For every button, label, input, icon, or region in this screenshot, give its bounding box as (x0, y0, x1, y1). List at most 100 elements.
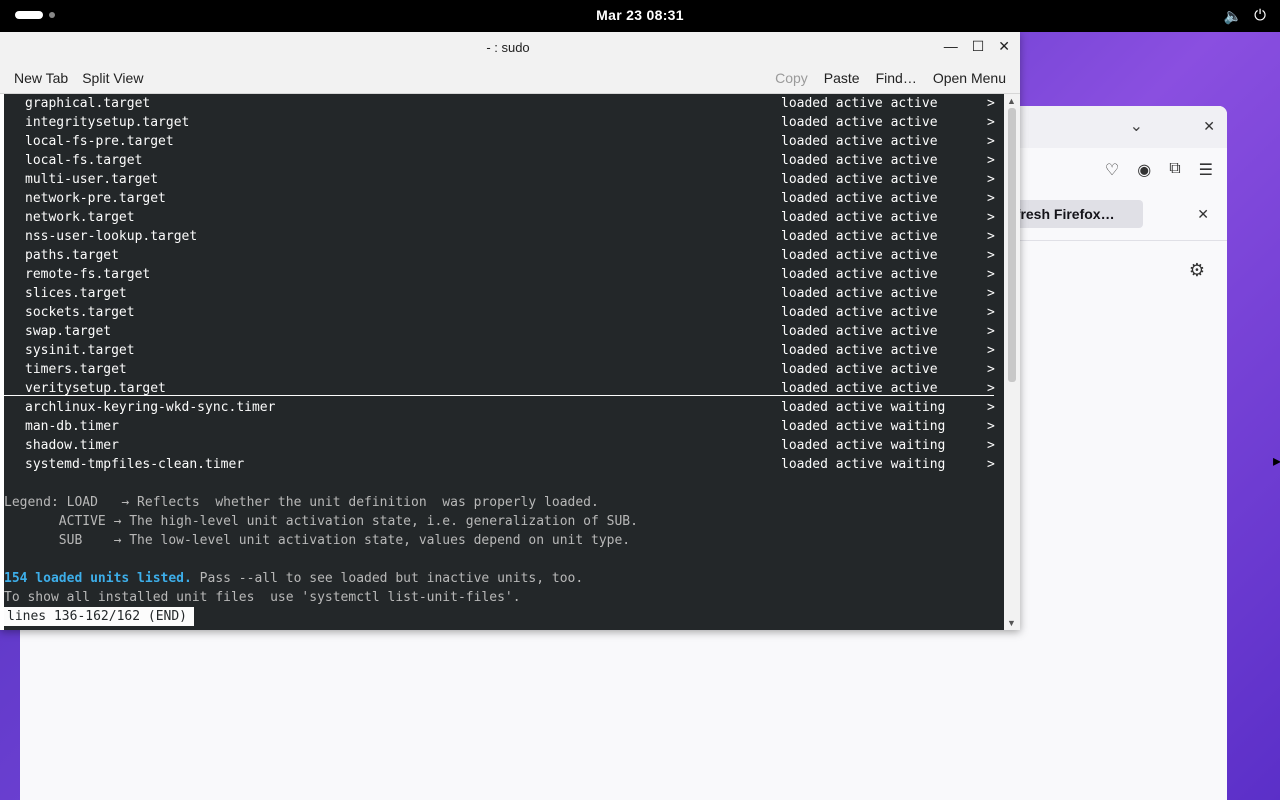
unit-name: slices.target (25, 286, 127, 301)
truncation-marker: > (987, 229, 995, 244)
unit-row: nss-user-lookup.target loaded active acti… (4, 227, 1004, 246)
mouse-pointer-icon: ▸ (1273, 453, 1280, 470)
minimize-icon[interactable]: — (944, 38, 958, 55)
scroll-down-icon[interactable]: ▼ (1007, 618, 1016, 628)
unit-state: loaded active active (781, 210, 938, 225)
unit-name: nss-user-lookup.target (25, 229, 198, 244)
paste-button[interactable]: Paste (824, 70, 860, 86)
truncation-marker: > (987, 210, 995, 225)
truncation-marker: > (987, 115, 995, 130)
unit-state: loaded active active (781, 286, 938, 301)
legend-line: SUB → The low-level unit activation stat… (4, 533, 631, 548)
summary-text: Pass --all to see loaded but inactive un… (191, 571, 584, 586)
unit-name: graphical.target (25, 96, 151, 111)
truncation-marker: > (987, 153, 995, 168)
terminal-window: - : sudo — ☐ ✕ New Tab Split View Copy P… (0, 32, 1020, 630)
close-icon[interactable]: ✕ (1197, 206, 1209, 223)
truncation-marker: > (987, 286, 995, 301)
truncation-marker: > (987, 438, 995, 453)
unit-name: paths.target (25, 248, 119, 263)
unit-name: sysinit.target (25, 343, 135, 358)
find-button[interactable]: Find… (876, 70, 917, 86)
summary-line: 154 loaded units listed. Pass --all to s… (4, 569, 1004, 588)
unit-state: loaded active active (781, 324, 938, 339)
power-icon: ⏻ (1254, 7, 1266, 24)
unit-name: shadow.timer (25, 438, 119, 453)
unit-row: shadow.timer loaded active waiting > (4, 436, 1004, 455)
maximize-icon[interactable]: ☐ (972, 38, 985, 55)
unit-row: local-fs.target loaded active active > (4, 151, 1004, 170)
pocket-icon[interactable]: ♡ (1105, 160, 1119, 180)
truncation-marker: > (987, 267, 995, 282)
hint-line: To show all installed unit files use 'sy… (4, 590, 521, 605)
unit-row: sockets.target loaded active active > (4, 303, 1004, 322)
top-bar: Mar 23 08:31 🔈 ⏻ (0, 0, 1280, 32)
close-icon[interactable]: ✕ (998, 38, 1010, 55)
truncation-marker: > (987, 96, 995, 111)
unit-row: network.target loaded active active > (4, 208, 1004, 227)
unit-row: multi-user.target loaded active active > (4, 170, 1004, 189)
unit-name: multi-user.target (25, 172, 159, 187)
truncation-marker: > (987, 457, 995, 472)
split-view-button[interactable]: Split View (82, 70, 143, 86)
copy-button[interactable]: Copy (775, 70, 808, 86)
system-menu[interactable]: 🔈 ⏻ (1223, 7, 1266, 25)
truncation-marker: > (987, 191, 995, 206)
extensions-icon[interactable]: ⧉ (1169, 160, 1180, 180)
unit-row: remote-fs.target loaded active active > (4, 265, 1004, 284)
unit-row: integritysetup.target loaded active activ… (4, 113, 1004, 132)
new-tab-button[interactable]: New Tab (14, 70, 68, 86)
truncation-marker: > (987, 419, 995, 434)
unit-list: graphical.target loaded active active > int… (4, 94, 1004, 474)
unit-state: loaded active active (781, 153, 938, 168)
terminal-titlebar[interactable]: - : sudo — ☐ ✕ (0, 32, 1020, 62)
unit-row: archlinux-keyring-wkd-sync.timer loaded a… (4, 398, 1004, 417)
terminal-output[interactable]: graphical.target loaded active active > int… (4, 94, 1004, 630)
pager-status: lines 136-162/162 (END) (4, 607, 195, 626)
unit-state: loaded active active (781, 248, 938, 263)
truncation-marker: > (987, 305, 995, 320)
settings-icon[interactable]: ⚙ (1189, 260, 1205, 281)
chevron-down-icon[interactable]: ⌄ (1130, 116, 1143, 136)
scroll-up-icon[interactable]: ▲ (1007, 96, 1016, 106)
close-icon[interactable]: ✕ (1203, 118, 1215, 135)
unit-row: timers.target loaded active active > (4, 360, 1004, 379)
summary-count: 154 loaded units listed. (4, 571, 192, 586)
unit-name: remote-fs.target (25, 267, 151, 282)
unit-state: loaded active active (781, 96, 938, 111)
unit-name: network-pre.target (25, 191, 166, 206)
unit-state: loaded active active (781, 115, 938, 130)
unit-row: swap.target loaded active active > (4, 322, 1004, 341)
unit-state: loaded active waiting (781, 457, 946, 472)
unit-name: local-fs-pre.target (25, 134, 174, 149)
menu-icon[interactable]: ☰ (1199, 160, 1213, 180)
clock[interactable]: Mar 23 08:31 (0, 7, 1280, 23)
truncation-marker: > (987, 248, 995, 263)
unit-row: slices.target loaded active active > (4, 284, 1004, 303)
truncation-marker: > (987, 343, 995, 358)
scrollbar[interactable]: ▲ ▼ (1004, 94, 1020, 630)
unit-state: loaded active waiting (781, 419, 946, 434)
unit-name: timers.target (25, 362, 127, 377)
unit-state: loaded active active (781, 267, 938, 282)
unit-state: loaded active waiting (781, 400, 946, 415)
account-icon[interactable]: ◉ (1137, 160, 1151, 180)
terminal-toolbar: New Tab Split View Copy Paste Find… Open… (0, 62, 1020, 94)
unit-name: sockets.target (25, 305, 135, 320)
unit-name: systemd-tmpfiles-clean.timer (25, 457, 245, 472)
truncation-marker: > (987, 134, 995, 149)
unit-row: network-pre.target loaded active active > (4, 189, 1004, 208)
unit-row: paths.target loaded active active > (4, 246, 1004, 265)
unit-name: swap.target (25, 324, 112, 339)
volume-icon: 🔈 (1223, 8, 1243, 25)
scrollbar-thumb[interactable] (1008, 108, 1016, 382)
unit-state: loaded active active (781, 172, 938, 187)
refresh-firefox-button[interactable]: efresh Firefox… (1000, 200, 1143, 228)
pager-line: lines 136-162/162 (END) (4, 607, 1004, 626)
open-menu-button[interactable]: Open Menu (933, 70, 1006, 86)
unit-row: man-db.timer loaded active waiting > (4, 417, 1004, 436)
unit-name: man-db.timer (25, 419, 119, 434)
unit-state: loaded active active (781, 191, 938, 206)
